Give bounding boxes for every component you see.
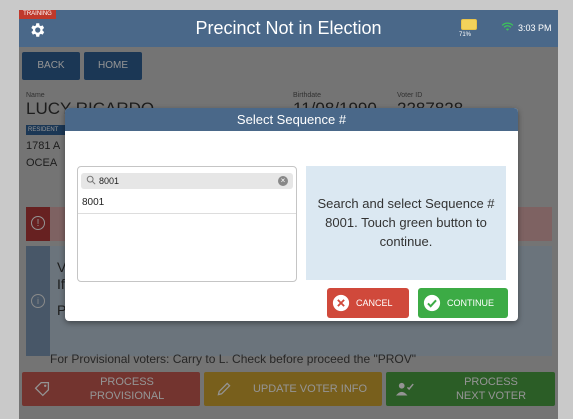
battery-percent: 71% [459,32,472,38]
app-header: TRAINING Precinct Not in Election 71% 3:… [19,10,558,47]
wifi-icon [501,22,514,31]
continue-button[interactable]: CONTINUE [418,288,508,318]
search-icon [86,175,96,185]
cancel-button[interactable]: CANCEL [327,288,409,318]
sequence-search-panel: × 8001 [77,166,297,282]
clear-search-icon[interactable]: × [278,176,288,186]
instruction-text-modal: Search and select Sequence # 8001. Touch… [317,196,495,249]
clock: 3:03 PM [518,23,552,33]
check-icon [423,294,441,312]
search-field[interactable]: × [81,173,293,189]
continue-label: CONTINUE [447,298,494,308]
search-input[interactable] [99,173,269,189]
close-icon [332,294,350,312]
result-item-label: 8001 [82,197,105,208]
instruction-box: Search and select Sequence # 8001. Touch… [306,166,506,280]
modal-title: Select Sequence # [65,108,518,131]
result-item[interactable]: 8001 [78,193,296,214]
battery-icon [461,19,477,30]
select-sequence-modal: Select Sequence # × 8001 Search and sele… [65,108,518,321]
page-title: Precinct Not in Election [195,18,382,38]
cancel-label: CANCEL [356,298,393,308]
